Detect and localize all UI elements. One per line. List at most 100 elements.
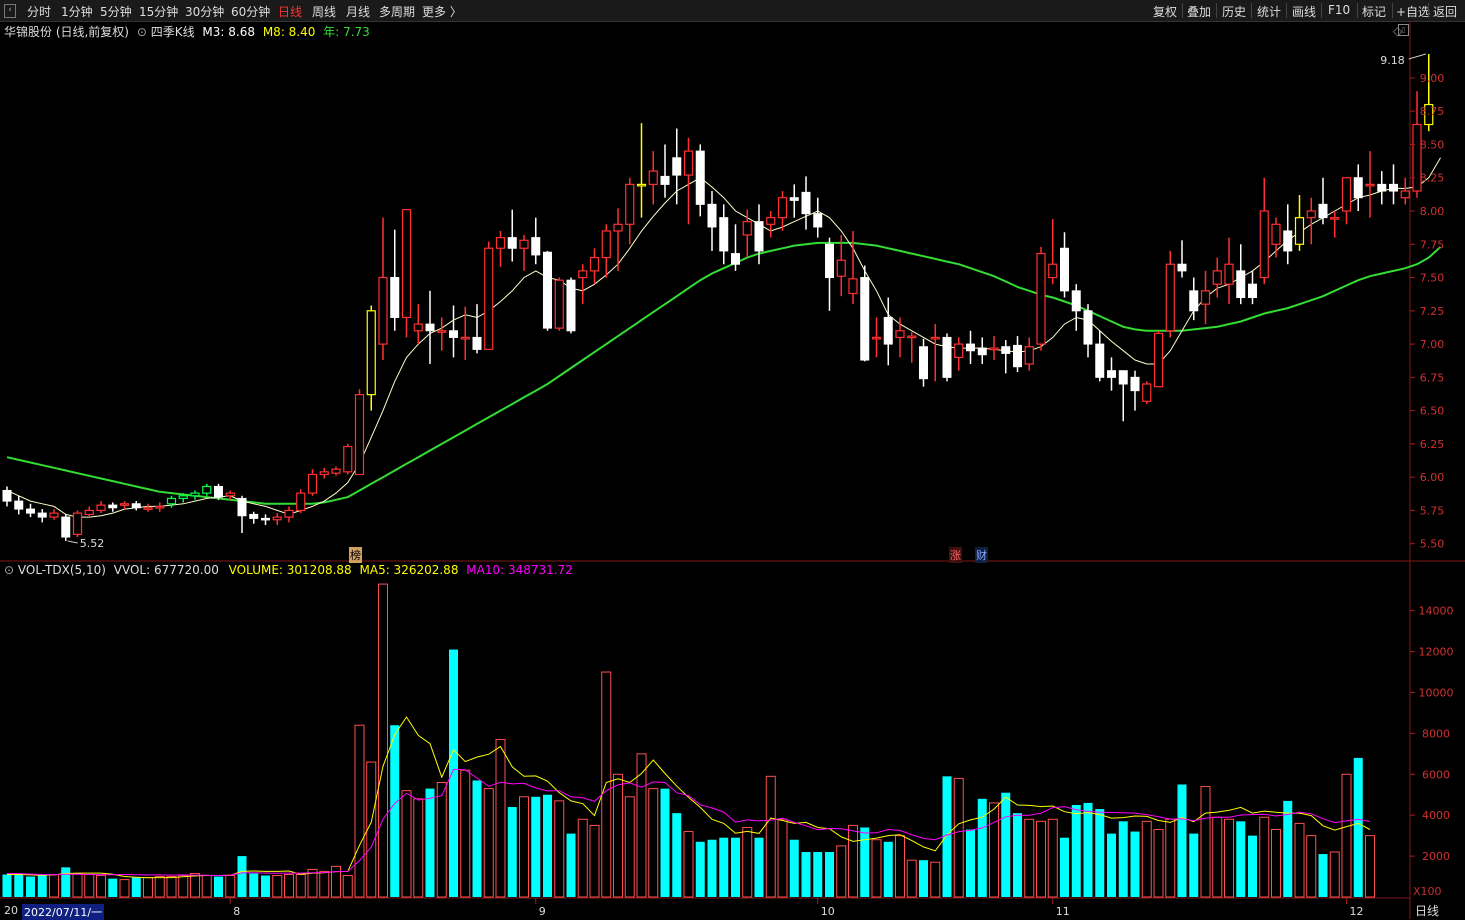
period-5min[interactable]: 5分钟 xyxy=(100,3,132,20)
history-button[interactable]: 历史 xyxy=(1222,3,1246,20)
stock-title: 华锦股份 (日线,前复权) xyxy=(4,25,129,39)
draw-button[interactable]: 画线 xyxy=(1292,3,1316,20)
volume-bar-up xyxy=(1153,829,1164,898)
vol-indicator-name[interactable]: VOL-TDX(5,10) xyxy=(18,563,106,577)
indicator-toggle-icon[interactable]: ⊙ xyxy=(137,25,147,39)
low-pointer xyxy=(67,540,78,544)
volume-axis: 14000 12000 10000 8000 6000 4000 2000 xyxy=(1410,605,1454,863)
candle-body-up xyxy=(1153,332,1164,388)
candle-body-up xyxy=(578,270,588,279)
candle-body-down xyxy=(1118,370,1128,385)
candle-body-down xyxy=(719,217,729,252)
m8-value: M8: 8.40 xyxy=(262,25,316,39)
volume-bar-up xyxy=(742,826,753,898)
f10-button[interactable]: F10 xyxy=(1328,3,1350,17)
month-label: 8 xyxy=(233,905,240,918)
volume-bar-down xyxy=(813,852,823,897)
candle-body-up xyxy=(1271,223,1281,245)
candle-body-up xyxy=(272,516,282,521)
candle-body-down xyxy=(2,489,12,502)
volume-bar-down xyxy=(131,877,141,897)
volume-bar-down xyxy=(1001,792,1011,897)
candle-body-down xyxy=(966,343,975,352)
price-tick-label: 7.00 xyxy=(1420,338,1445,351)
volume-bar-up xyxy=(989,802,999,898)
candle-body-down xyxy=(1107,370,1116,378)
candle-body-up xyxy=(1165,263,1175,332)
overlay-button[interactable]: 叠加 xyxy=(1187,3,1211,20)
period-weekly[interactable]: 周线 xyxy=(312,3,336,20)
mark-button[interactable]: 标记 xyxy=(1362,3,1386,20)
candle-body-up xyxy=(366,310,376,396)
collapse-arrow-icon[interactable]: ‹ xyxy=(4,4,16,18)
volume-bar-down xyxy=(825,852,834,897)
volume-bar-up xyxy=(624,796,635,898)
fuquan-button[interactable]: 复权 xyxy=(1153,3,1177,20)
volume-bar-down xyxy=(1189,833,1199,897)
candle-body-down xyxy=(1283,230,1293,252)
volume-bar-down xyxy=(1318,854,1328,897)
candle-body-down xyxy=(1060,247,1069,292)
period-30min[interactable]: 30分钟 xyxy=(185,3,224,20)
candle-body-down xyxy=(1389,183,1398,192)
back-button[interactable]: 返回 xyxy=(1433,3,1457,20)
price-tick-label: 7.75 xyxy=(1420,238,1445,251)
volume-ma10-polyline xyxy=(7,768,1371,877)
candle-body-down xyxy=(543,251,552,329)
high-pointer xyxy=(1408,53,1426,60)
add-watchlist-button[interactable]: +自选 xyxy=(1396,3,1430,20)
volume-bar-up xyxy=(1200,786,1211,898)
volume-bar-up xyxy=(765,775,776,898)
volume-value: VOLUME: 301208.88 xyxy=(228,563,352,577)
period-daily[interactable]: 日线 xyxy=(278,3,302,20)
volume-bar-up xyxy=(354,724,365,898)
volume-bar-down xyxy=(660,788,670,897)
volume-bar-down xyxy=(108,878,118,897)
stock-chart: 9.00 8.75 8.50 8.25 8.00 7.75 7.50 7.25 7.00 6.75… xyxy=(0,22,1465,919)
candle-body-up xyxy=(343,445,353,473)
volume-bar-down xyxy=(672,813,682,897)
volume-bar-up xyxy=(554,800,565,898)
date-axis: 8 9 10 11 12 xyxy=(229,898,1364,918)
volume-bar-up xyxy=(648,788,659,898)
volume-bar-up xyxy=(1141,820,1152,898)
candle-body-up xyxy=(484,247,494,350)
period-15min[interactable]: 15分钟 xyxy=(139,3,178,20)
month-label: 10 xyxy=(821,905,835,918)
volume-bar-up xyxy=(1271,829,1281,898)
period-more[interactable]: 更多 〉 xyxy=(422,3,462,20)
period-monthly[interactable]: 月线 xyxy=(346,3,370,20)
volume-bar-up xyxy=(49,874,59,898)
panel-toggle-icon[interactable]: ▯ xyxy=(1398,24,1409,36)
indicator-name[interactable]: 四季K线 xyxy=(151,25,195,39)
candle-body-up xyxy=(989,347,999,351)
volume-bar-up xyxy=(1224,818,1234,898)
year-ma-line xyxy=(6,241,1442,505)
bang-marker[interactable]: 榜 xyxy=(349,547,362,563)
volume-bar-up xyxy=(84,874,95,898)
period-60min[interactable]: 60分钟 xyxy=(231,3,270,20)
volume-bar-down xyxy=(966,829,975,897)
period-1min[interactable]: 1分钟 xyxy=(61,3,93,20)
volume-bar-down xyxy=(14,873,24,897)
candle-body-up xyxy=(554,279,564,329)
candle-body-up xyxy=(636,183,647,187)
candle-body-down xyxy=(860,277,870,361)
year-value: 年: 7.73 xyxy=(323,25,370,39)
volume-toggle-icon[interactable]: ⊙ xyxy=(4,563,14,577)
volume-bar-up xyxy=(636,753,647,898)
period-multi[interactable]: 多周期 xyxy=(379,3,415,20)
volume-bar-up xyxy=(154,876,165,898)
volume-bar-up xyxy=(166,876,177,898)
cai-marker[interactable]: 财 xyxy=(975,547,988,563)
candle-body-up xyxy=(1400,190,1410,199)
volume-bar-up xyxy=(1024,818,1035,898)
zhang-marker[interactable]: 涨 xyxy=(949,547,962,563)
volume-bar-up xyxy=(366,761,377,898)
stats-button[interactable]: 统计 xyxy=(1257,3,1281,20)
period-fenshi[interactable]: 分时 xyxy=(27,3,51,20)
month-label: 9 xyxy=(539,905,546,918)
volume-tick-label: 12000 xyxy=(1419,646,1454,659)
candle-body-up xyxy=(307,473,318,494)
bottom-period-label[interactable]: 日线 xyxy=(1415,902,1439,919)
